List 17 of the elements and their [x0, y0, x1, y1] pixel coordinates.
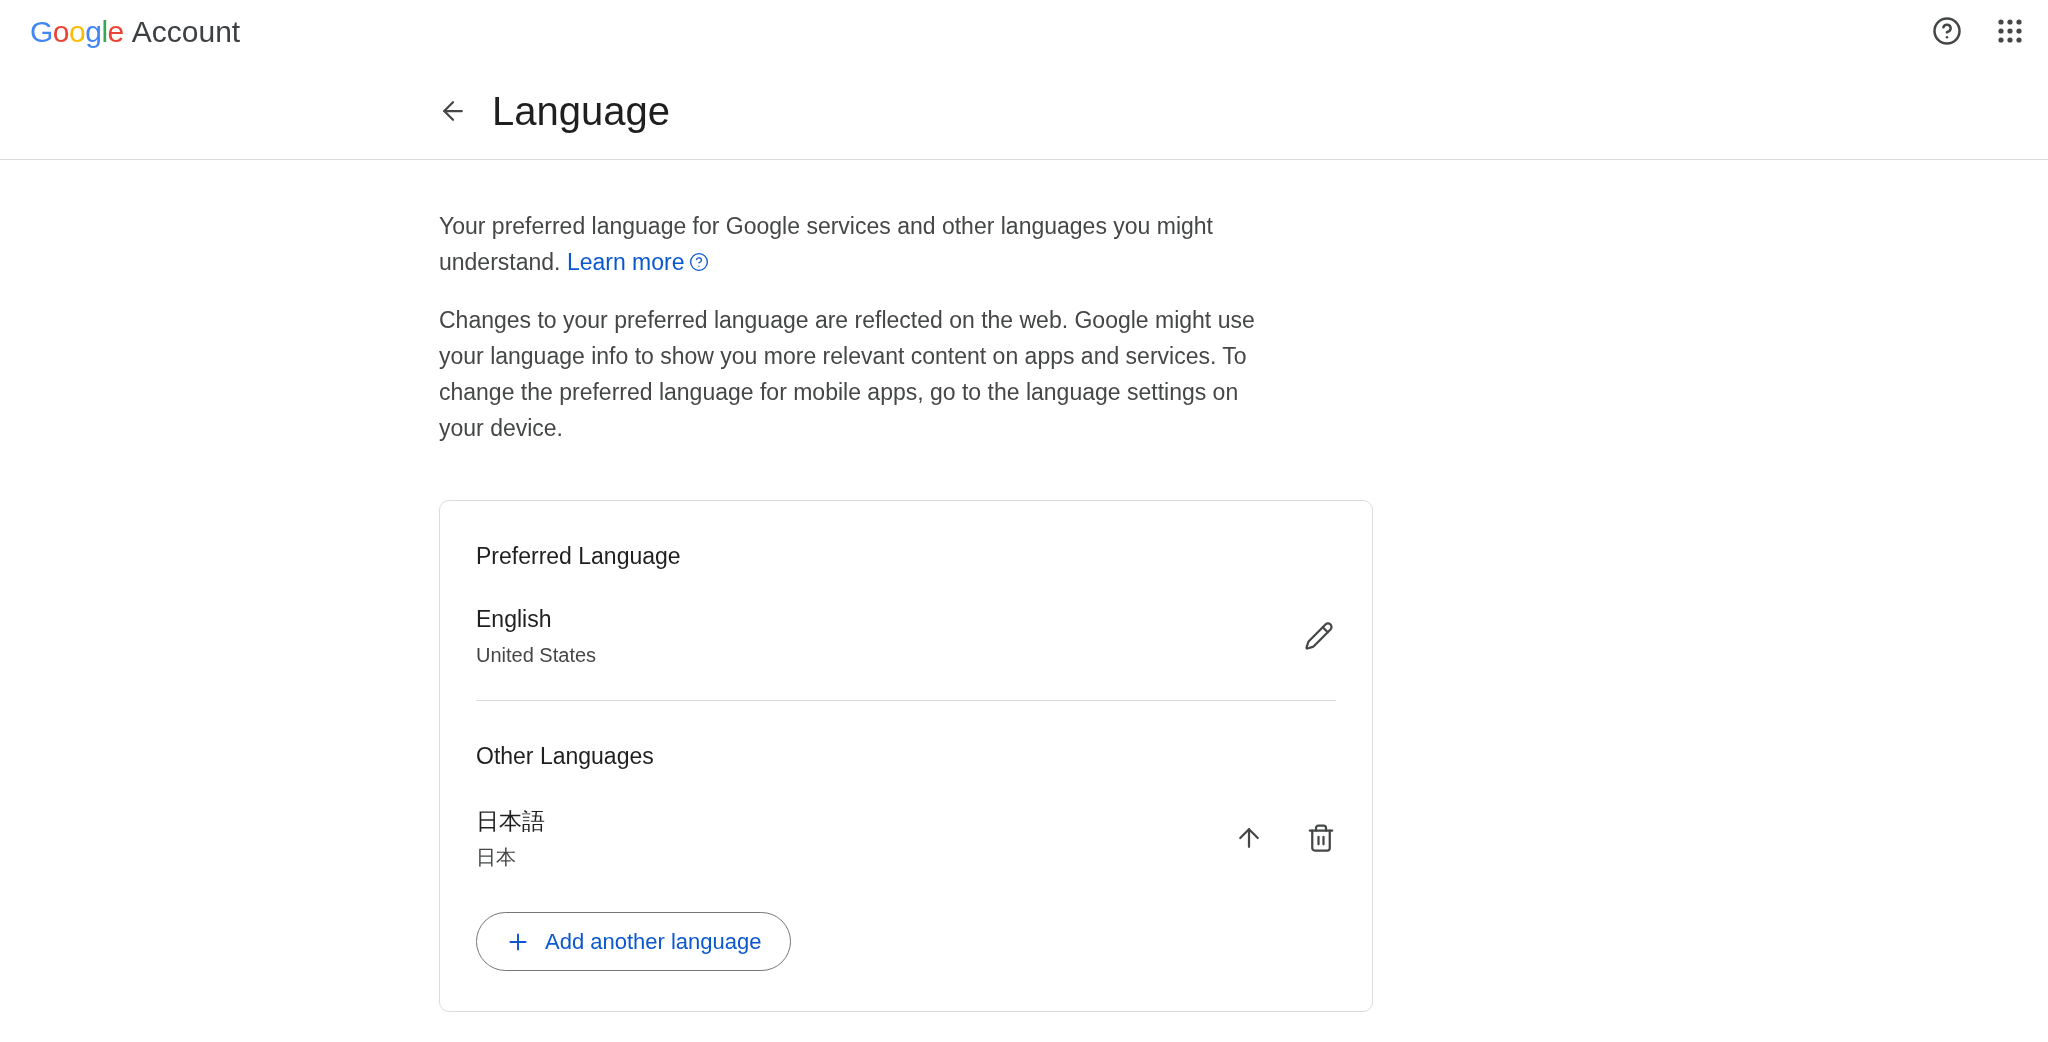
intro-text: Your preferred language for Google services and other languages you might understand. Learn more [439, 208, 1279, 280]
product-name: Account [131, 13, 241, 50]
logo[interactable]: Google [30, 8, 124, 54]
learn-more-link[interactable]: Learn more [566, 244, 709, 280]
region-name: 日本 [476, 845, 517, 870]
delete-icon[interactable] [1306, 822, 1336, 853]
section-heading: Preferred Language [476, 542, 682, 571]
section-heading: Other Languages [476, 742, 655, 771]
help-icon[interactable] [1932, 16, 1962, 46]
region-name: United States [476, 643, 597, 668]
page-title: Language [492, 87, 670, 135]
language-name: English [476, 604, 553, 634]
help-icon [688, 252, 709, 272]
edit-icon[interactable] [1304, 620, 1334, 651]
apps-grid-icon[interactable] [1998, 19, 2022, 43]
description-text: Changes to your preferred language are reflected on the web. Google might use your language info to show you more relevant content on apps and services. To change the preferred language for mobile apps, go to the language settings on your device. [439, 306, 1256, 443]
language-name: 日本語 [476, 806, 545, 836]
